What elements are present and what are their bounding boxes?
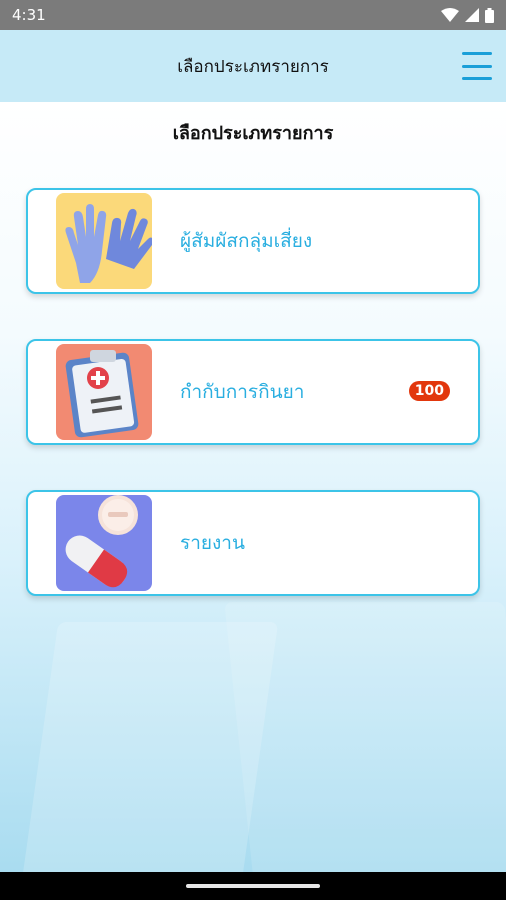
wifi-icon bbox=[441, 8, 459, 22]
signal-icon bbox=[465, 8, 479, 22]
home-indicator[interactable] bbox=[186, 884, 320, 888]
status-time: 4:31 bbox=[12, 6, 46, 24]
clipboard-medical-icon bbox=[56, 344, 152, 440]
card-label: ผู้สัมผัสกลุ่มเสี่ยง bbox=[180, 230, 313, 252]
card-label: กำกับการกินยา bbox=[180, 381, 305, 403]
app-bar: เลือกประเภทรายการ bbox=[0, 30, 506, 102]
status-bar: 4:31 bbox=[0, 0, 506, 30]
notification-badge: 100 bbox=[408, 381, 450, 401]
status-icons bbox=[441, 7, 494, 23]
battery-icon bbox=[485, 7, 494, 23]
page-heading: เลือกประเภทรายการ bbox=[172, 123, 334, 144]
main-content: เลือกประเภทรายการ ผู้สัมผัสกลุ่มเสี่ยง ก… bbox=[0, 102, 506, 872]
gloves-icon bbox=[56, 193, 152, 289]
card-risk-contacts[interactable]: ผู้สัมผัสกลุ่มเสี่ยง bbox=[26, 188, 480, 294]
hamburger-menu-icon[interactable] bbox=[462, 52, 492, 80]
background-shape bbox=[224, 602, 506, 872]
pill-capsule-icon bbox=[56, 495, 152, 591]
card-report[interactable]: รายงาน bbox=[26, 490, 480, 596]
navigation-bar bbox=[0, 872, 506, 900]
card-label: รายงาน bbox=[180, 532, 245, 554]
card-medication-supervision[interactable]: กำกับการกินยา 100 bbox=[26, 339, 480, 445]
app-bar-title: เลือกประเภทรายการ bbox=[177, 56, 329, 77]
